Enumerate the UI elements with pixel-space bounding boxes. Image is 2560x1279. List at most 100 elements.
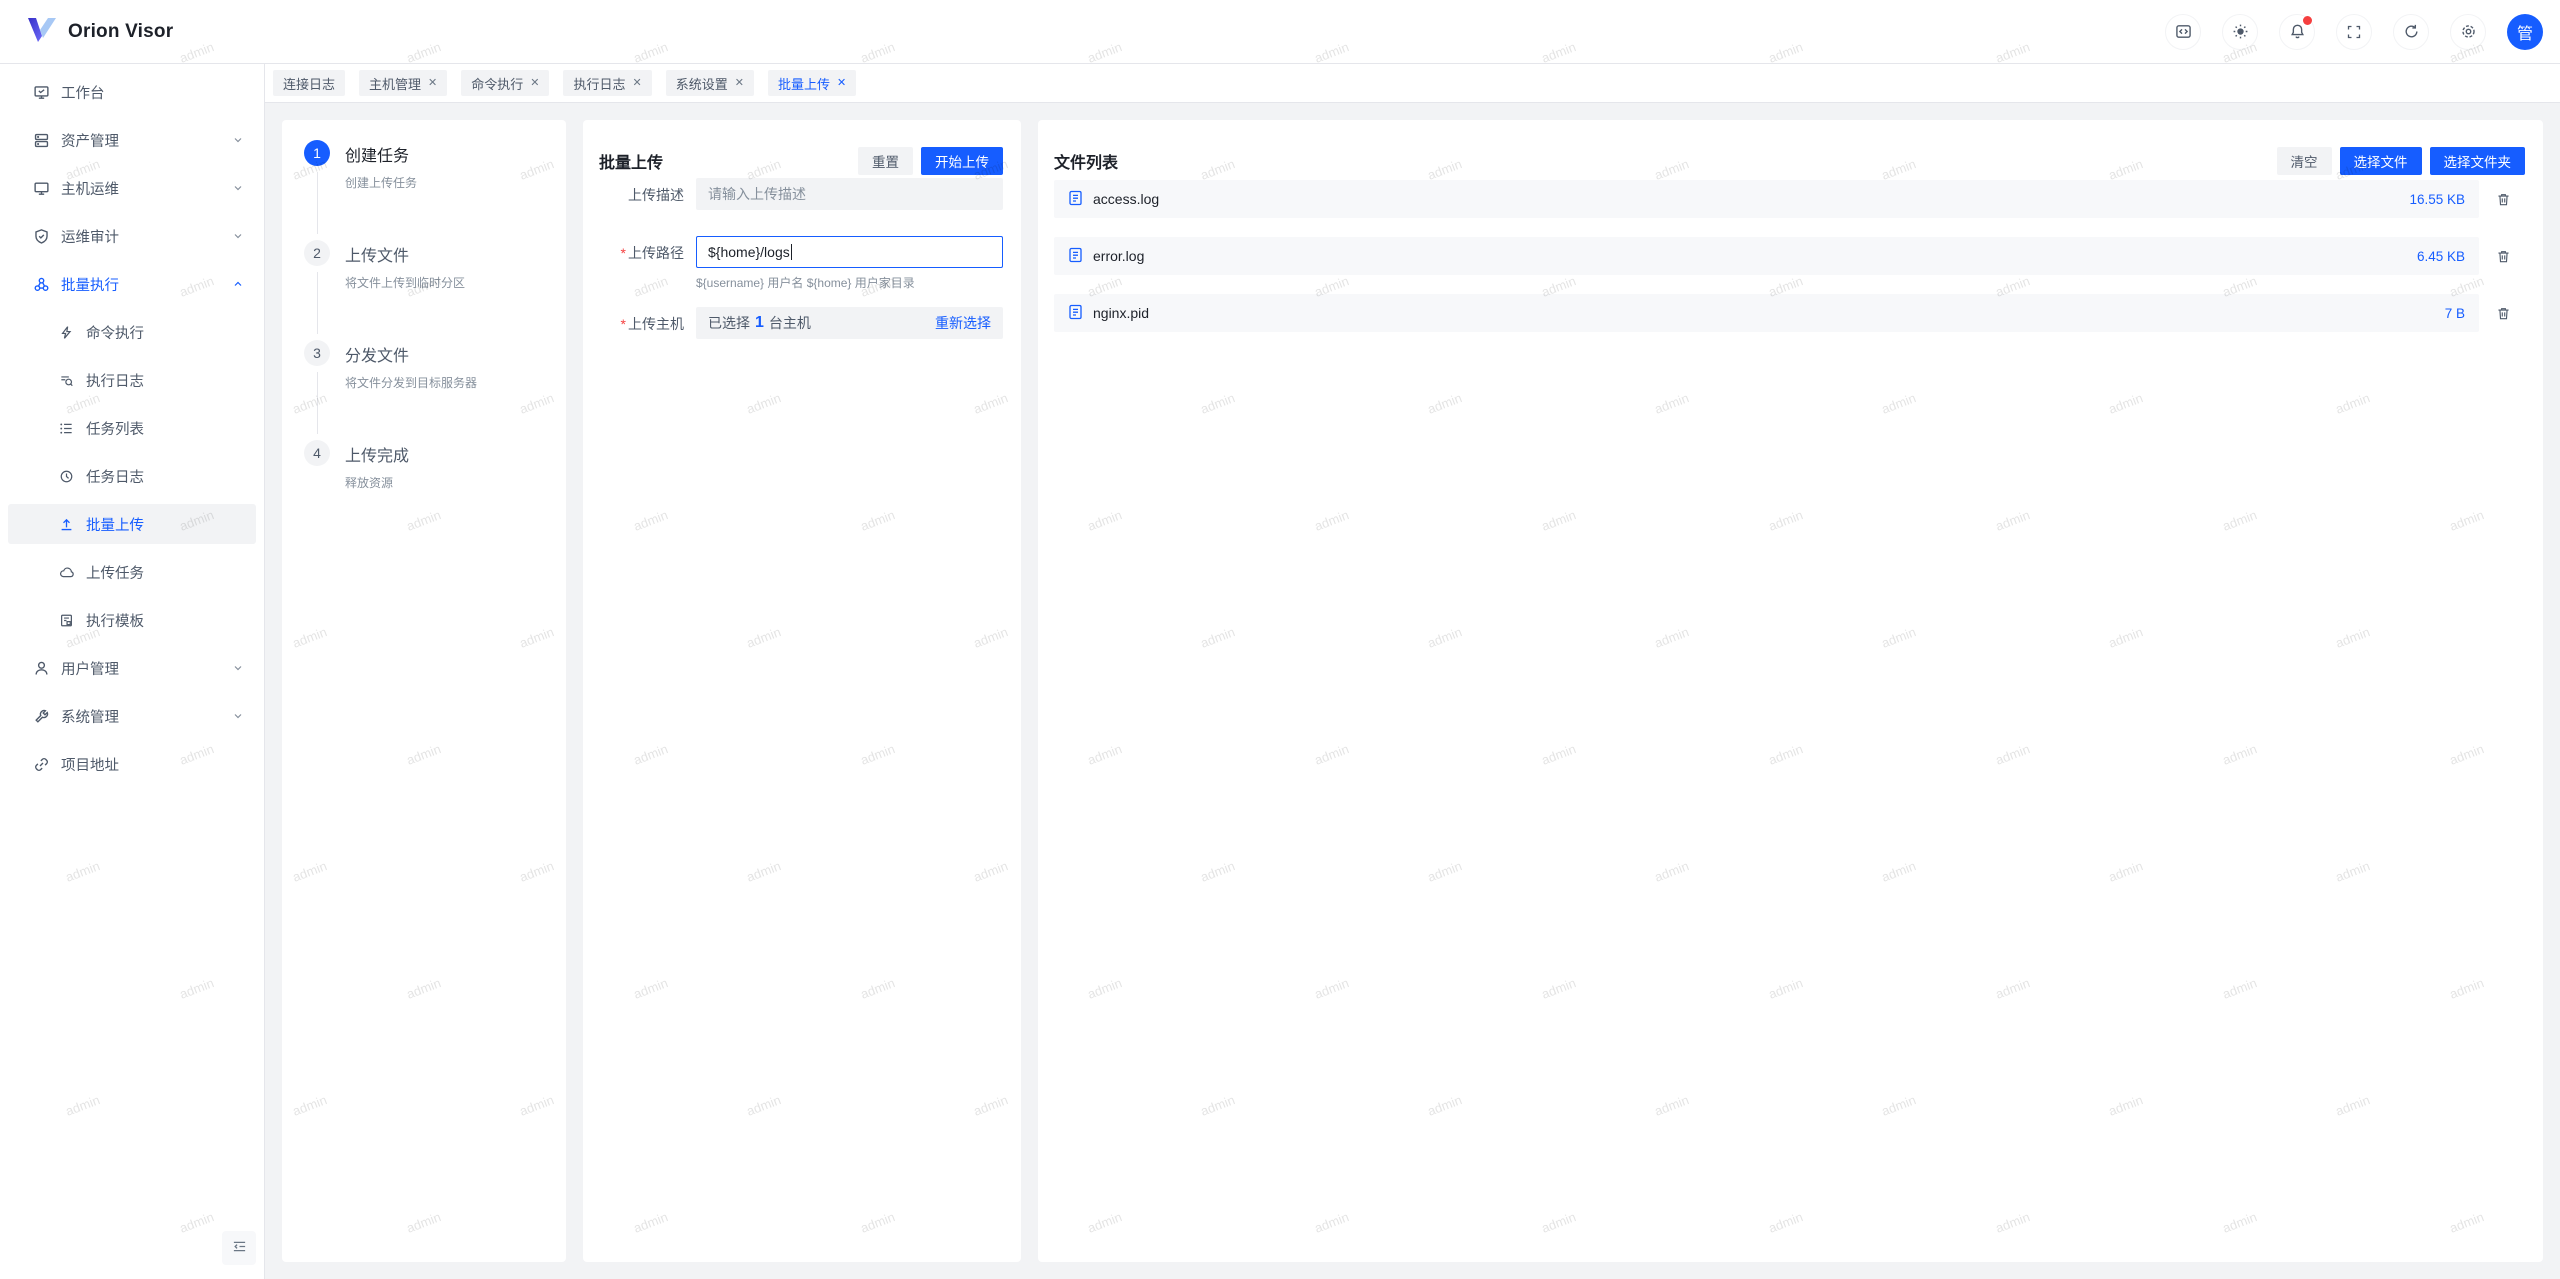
- tab-exec-log[interactable]: 执行日志 ✕: [563, 70, 651, 96]
- tab-host-mgmt[interactable]: 主机管理 ✕: [359, 70, 447, 96]
- tab-close-icon[interactable]: ✕: [633, 78, 642, 89]
- refresh-icon[interactable]: [2393, 14, 2429, 50]
- selected-hosts-suffix: 台主机: [769, 313, 811, 333]
- main-content: 1 创建任务 创建上传任务 2 上传文件 将文件上传到临时分区 3: [265, 103, 2560, 1279]
- file-row[interactable]: error.log 6.45 KB: [1054, 237, 2479, 275]
- workbench-icon: [32, 84, 50, 101]
- tab-close-icon[interactable]: ✕: [735, 78, 744, 89]
- upload-path-input[interactable]: ${home}/logs: [696, 236, 1003, 268]
- sidebar-item-task-list[interactable]: 任务列表: [8, 408, 256, 448]
- sidebar-item-system-mgmt[interactable]: 系统管理: [8, 696, 256, 736]
- step-upload-complete: 4 上传完成 释放资源: [304, 440, 548, 540]
- sidebar-item-exec-template[interactable]: 执行模板: [8, 600, 256, 640]
- trash-icon: [2496, 192, 2511, 207]
- sidebar-item-host-ops[interactable]: 主机运维: [8, 168, 256, 208]
- delete-file-button[interactable]: [2479, 192, 2527, 207]
- sidebar-item-label: 运维审计: [61, 226, 119, 247]
- tab-label: 批量上传: [778, 74, 830, 93]
- sidebar-item-batch-upload[interactable]: 批量上传: [8, 504, 256, 544]
- step-desc: 将文件分发到目标服务器: [345, 374, 477, 391]
- reselect-hosts-link[interactable]: 重新选择: [935, 313, 991, 333]
- step-create-task: 1 创建任务 创建上传任务: [304, 140, 548, 240]
- sidebar-item-user-mgmt[interactable]: 用户管理: [8, 648, 256, 688]
- sidebar-item-project-link[interactable]: 项目地址: [8, 744, 256, 784]
- sidebar-item-exec-log[interactable]: 执行日志: [8, 360, 256, 400]
- brand-name: Orion Visor: [68, 21, 173, 43]
- upload-path-helper: ${username} 用户名 ${home} 用户家目录: [696, 274, 1003, 291]
- step-connector: [317, 372, 318, 434]
- sidebar-item-assets[interactable]: 资产管理: [8, 120, 256, 160]
- tab-command-exec[interactable]: 命令执行 ✕: [461, 70, 549, 96]
- sidebar-item-label: 执行日志: [86, 370, 144, 391]
- notification-icon[interactable]: [2279, 14, 2315, 50]
- upload-path-label: *上传路径: [599, 236, 684, 291]
- project-link-icon: [32, 756, 50, 773]
- user-mgmt-icon: [32, 660, 50, 677]
- sidebar-item-label: 命令执行: [86, 322, 144, 343]
- chevron-down-icon: [232, 662, 244, 674]
- sidebar-item-audit[interactable]: 运维审计: [8, 216, 256, 256]
- step-title: 上传完成: [345, 442, 409, 466]
- step-number: 3: [304, 340, 330, 366]
- reset-button[interactable]: 重置: [858, 147, 913, 175]
- sidebar-item-command-exec[interactable]: 命令执行: [8, 312, 256, 352]
- tab-label: 命令执行: [471, 74, 523, 93]
- tab-batch-upload[interactable]: 批量上传 ✕: [768, 70, 856, 96]
- task-log-icon: [57, 469, 75, 484]
- sidebar-item-label: 主机运维: [61, 178, 119, 199]
- code-icon[interactable]: [2165, 14, 2201, 50]
- sidebar-item-label: 执行模板: [86, 610, 144, 631]
- file-row[interactable]: access.log 16.55 KB: [1054, 180, 2479, 218]
- selected-hosts-count: 1: [755, 314, 764, 332]
- settings-icon[interactable]: [2450, 14, 2486, 50]
- sidebar-item-label: 用户管理: [61, 658, 119, 679]
- tab-system-settings[interactable]: 系统设置 ✕: [666, 70, 754, 96]
- file-line: nginx.pid 7 B: [1054, 294, 2527, 332]
- step-connector: [317, 172, 318, 234]
- file-name: access.log: [1093, 191, 1159, 207]
- text-caret: [791, 244, 792, 260]
- sidebar-item-upload-task[interactable]: 上传任务: [8, 552, 256, 592]
- select-folder-button[interactable]: 选择文件夹: [2430, 147, 2526, 175]
- file-row[interactable]: nginx.pid 7 B: [1054, 294, 2479, 332]
- file-name: nginx.pid: [1093, 305, 1149, 321]
- upload-description-input[interactable]: [696, 178, 1003, 210]
- tab-close-icon[interactable]: ✕: [530, 78, 539, 89]
- sidebar-item-task-log[interactable]: 任务日志: [8, 456, 256, 496]
- delete-file-button[interactable]: [2479, 306, 2527, 321]
- select-files-button[interactable]: 选择文件: [2340, 147, 2422, 175]
- step-upload-files: 2 上传文件 将文件上传到临时分区: [304, 240, 548, 340]
- sidebar-item-workbench[interactable]: 工作台: [8, 72, 256, 112]
- theme-icon[interactable]: [2222, 14, 2258, 50]
- tab-label: 连接日志: [283, 74, 335, 93]
- tab-connection-log[interactable]: 连接日志: [273, 70, 345, 96]
- delete-file-button[interactable]: [2479, 249, 2527, 264]
- brand-logo-icon: [26, 16, 58, 47]
- sidebar-item-batch-exec[interactable]: 批量执行: [8, 264, 256, 304]
- selected-hosts-box: 已选择 1 台主机 重新选择: [696, 307, 1003, 339]
- sidebar-item-label: 批量执行: [61, 274, 119, 295]
- sidebar-collapse-button[interactable]: [222, 1231, 256, 1265]
- tab-bar: 连接日志 主机管理 ✕ 命令执行 ✕ 执行日志 ✕ 系统设置 ✕ 批量上传 ✕: [265, 64, 2560, 103]
- tab-close-icon[interactable]: ✕: [837, 78, 846, 89]
- chevron-down-icon: [232, 230, 244, 242]
- exec-log-icon: [57, 373, 75, 388]
- tab-close-icon[interactable]: ✕: [428, 78, 437, 89]
- upload-form-panel: 批量上传 重置 开始上传 上传描述 *上传路径 ${home}/logs: [583, 120, 1021, 1262]
- sidebar: 工作台 资产管理 主机运维 运维审计: [0, 64, 265, 1279]
- trash-icon: [2496, 306, 2511, 321]
- menu-fold-icon: [232, 1239, 247, 1257]
- exec-template-icon: [57, 613, 75, 628]
- batch-upload-icon: [57, 517, 75, 532]
- clear-files-button[interactable]: 清空: [2277, 147, 2332, 175]
- fullscreen-icon[interactable]: [2336, 14, 2372, 50]
- start-upload-button[interactable]: 开始上传: [921, 147, 1003, 175]
- upload-path-value: ${home}/logs: [708, 244, 790, 260]
- avatar[interactable]: 管: [2507, 14, 2543, 50]
- brand: Orion Visor: [26, 16, 173, 47]
- steps-panel: 1 创建任务 创建上传任务 2 上传文件 将文件上传到临时分区 3: [282, 120, 566, 1262]
- file-size: 6.45 KB: [2417, 249, 2465, 264]
- tab-label: 执行日志: [573, 74, 625, 93]
- host-ops-icon: [32, 180, 50, 197]
- app-header: Orion Visor: [0, 0, 2560, 64]
